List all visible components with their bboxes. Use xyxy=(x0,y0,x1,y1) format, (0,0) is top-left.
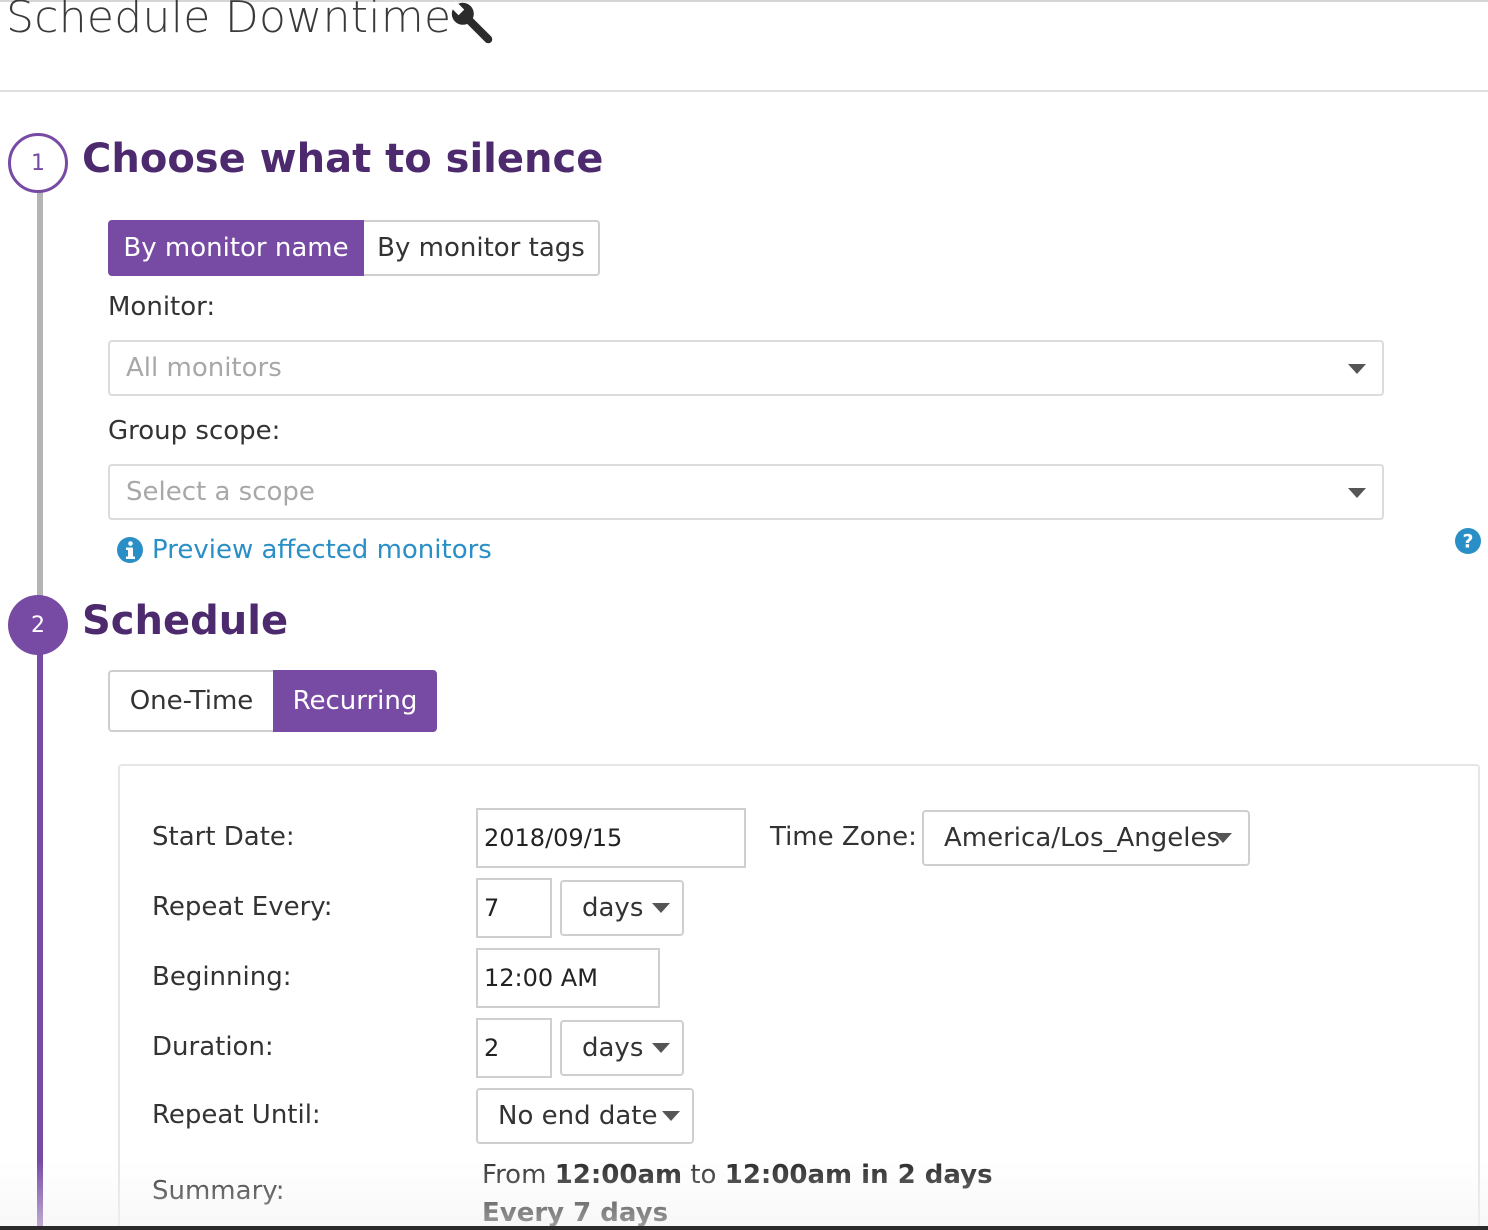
info-circle-icon xyxy=(117,537,143,563)
monitor-select-placeholder: All monitors xyxy=(126,353,282,383)
section-title-choose: Choose what to silence xyxy=(82,136,604,182)
by-monitor-name-button[interactable]: By monitor name xyxy=(108,220,364,276)
start-date-input[interactable]: 2018/09/15 xyxy=(476,808,746,868)
summary-start: 12:00am xyxy=(554,1160,683,1190)
caret-down-icon xyxy=(652,1043,670,1053)
header-divider xyxy=(0,90,1488,92)
silence-mode-toggle: By monitor name By monitor tags xyxy=(108,220,600,276)
caret-down-icon xyxy=(1214,833,1232,843)
preview-link-label: Preview affected monitors xyxy=(152,535,492,565)
step-rail-2 xyxy=(37,650,43,1230)
repeat-until-label: Repeat Until: xyxy=(152,1100,321,1130)
summary-label: Summary: xyxy=(152,1176,285,1206)
repeat-every-input[interactable]: 7 xyxy=(476,878,552,938)
group-scope-label: Group scope: xyxy=(108,416,281,446)
summary-to: to xyxy=(690,1160,717,1190)
summary-every: Every 7 days xyxy=(482,1198,669,1228)
schedule-type-toggle: One-Time Recurring xyxy=(108,670,437,732)
by-monitor-tags-button[interactable]: By monitor tags xyxy=(364,220,600,276)
duration-unit-value: days xyxy=(582,1033,644,1063)
start-date-label: Start Date: xyxy=(152,822,295,852)
group-scope-select[interactable]: Select a scope xyxy=(108,464,1384,520)
recurring-button[interactable]: Recurring xyxy=(273,670,437,732)
summary-line-2: Every 7 days xyxy=(482,1194,993,1230)
one-time-button[interactable]: One-Time xyxy=(108,670,273,732)
monitor-label: Monitor: xyxy=(108,292,216,322)
summary-end: 12:00am in 2 days xyxy=(724,1160,993,1190)
step-rail-1 xyxy=(37,188,43,598)
duration-label: Duration: xyxy=(152,1032,274,1062)
summary-line-1: From 12:00am to 12:00am in 2 days xyxy=(482,1156,993,1194)
summary-from: From xyxy=(482,1160,547,1190)
caret-down-icon xyxy=(662,1111,680,1121)
caret-down-icon xyxy=(1348,488,1366,498)
caret-down-icon xyxy=(1348,364,1366,374)
step-1-badge: 1 xyxy=(8,133,68,193)
repeat-unit-value: days xyxy=(582,893,644,923)
group-scope-placeholder: Select a scope xyxy=(126,477,315,507)
svg-text:?: ? xyxy=(1462,531,1473,553)
monitor-select[interactable]: All monitors xyxy=(108,340,1384,396)
repeat-every-label: Repeat Every: xyxy=(152,892,333,922)
time-zone-value: America/Los_Angeles xyxy=(944,823,1221,853)
bottom-border xyxy=(0,1226,1488,1230)
repeat-unit-select[interactable]: days xyxy=(560,880,684,936)
beginning-label: Beginning: xyxy=(152,962,292,992)
duration-unit-select[interactable]: days xyxy=(560,1020,684,1076)
schedule-summary: From 12:00am to 12:00am in 2 days Every … xyxy=(482,1156,993,1230)
repeat-until-select[interactable]: No end date xyxy=(476,1088,694,1144)
section-title-schedule: Schedule xyxy=(82,598,289,644)
time-zone-select[interactable]: America/Los_Angeles xyxy=(922,810,1250,866)
page-title: Schedule Downtime xyxy=(6,0,452,43)
time-zone-label: Time Zone: xyxy=(770,822,917,852)
step-2-badge: 2 xyxy=(8,595,68,655)
question-circle-icon[interactable]: ? xyxy=(1454,527,1482,555)
wrench-icon xyxy=(450,1,493,44)
caret-down-icon xyxy=(652,903,670,913)
repeat-until-value: No end date xyxy=(498,1101,658,1131)
beginning-time-input[interactable]: 12:00 AM xyxy=(476,948,660,1008)
preview-affected-monitors-link[interactable]: Preview affected monitors xyxy=(116,535,492,565)
duration-input[interactable]: 2 xyxy=(476,1018,552,1078)
